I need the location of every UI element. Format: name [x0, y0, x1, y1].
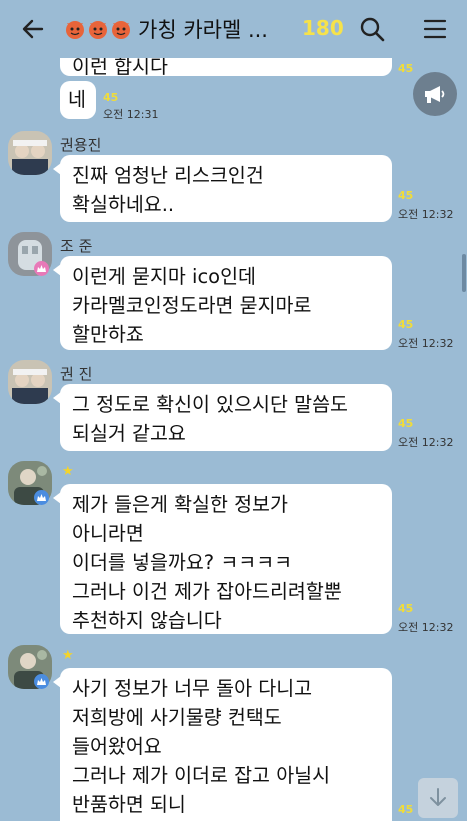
member-count: 180: [302, 16, 344, 40]
scrollbar-thumb[interactable]: [462, 254, 466, 292]
message-time: 오전 12:32: [398, 337, 454, 350]
message-line: 그 정도로 확신이 있으시단 말씀도: [72, 393, 348, 416]
unread-count: 45: [398, 602, 414, 615]
message-line: 그러나 제가 이더로 잡고 아닐시: [72, 764, 331, 787]
message-line: 아니라면: [72, 522, 144, 545]
message-line: 들어왔어요: [72, 735, 162, 758]
message-time: 오전 12:32: [398, 436, 454, 449]
message-text: 이런 합시다: [72, 55, 168, 78]
message-line: 반품하면 되니: [72, 793, 186, 816]
devil-emoji-icon: [112, 21, 130, 39]
message-bubble[interactable]: 이런게 묻지마 ico인데 카라멜코인정도라면 묻지마로 할만하죠: [53, 256, 392, 350]
message-line: 할만하죠: [72, 323, 144, 346]
message-bubble[interactable]: 사기 정보가 너무 돌아 다니고 저희방에 사기물량 컨택도 들어왔어요 그러나…: [53, 668, 392, 821]
message-line: 확실하네요..: [72, 193, 175, 216]
chat-title-text: 가칭 카라멜 ...: [138, 18, 268, 42]
back-arrow-icon[interactable]: [18, 14, 48, 44]
crown-badge-icon: [34, 674, 49, 689]
devil-emoji-icon: [89, 21, 107, 39]
message-bubble[interactable]: 그 정도로 확신이 있으시단 말씀도 되실거 같고요: [53, 384, 392, 451]
unread-count: 45: [398, 417, 414, 430]
message-line: 제가 들은게 확실한 정보가: [72, 493, 288, 516]
message-line: 그러나 이건 제가 잡아드리려할뿐: [72, 580, 342, 603]
message-line: 카라멜코인정도라면 묻지마로: [72, 294, 312, 317]
sender-name: ★: [62, 464, 74, 479]
unread-count: 45: [103, 91, 119, 104]
avatar-image: [8, 360, 52, 404]
avatar[interactable]: [8, 131, 52, 175]
scroll-to-bottom-button[interactable]: [418, 778, 458, 818]
crown-badge-icon: [34, 490, 49, 505]
unread-count: 45: [398, 62, 414, 75]
message-time: 오전 12:32: [398, 208, 454, 221]
message-line: 이더를 넣을까요? ㅋㅋㅋㅋ: [72, 551, 293, 574]
avatar-image: [8, 131, 52, 175]
sender-name: 권 진: [60, 365, 93, 383]
message-line: 사기 정보가 너무 돌아 다니고: [72, 677, 313, 700]
search-icon[interactable]: [358, 15, 386, 43]
unread-count: 45: [398, 189, 414, 202]
crown-badge-icon: [34, 261, 49, 276]
message-text: 네: [68, 88, 86, 111]
notice-button[interactable]: [413, 72, 457, 116]
message-line: 되실거 같고요: [72, 422, 186, 445]
megaphone-icon: [425, 86, 445, 103]
sender-name: 조 준: [60, 237, 93, 255]
message-bubble[interactable]: 네: [60, 81, 96, 119]
devil-emoji-icon: [66, 21, 84, 39]
hamburger-menu-icon[interactable]: [422, 16, 448, 42]
unread-count: 45: [398, 803, 414, 816]
arrow-down-icon: [430, 788, 446, 806]
chat-header: 가칭 카라멜 ... 180: [0, 0, 467, 58]
sender-name: ★: [62, 648, 74, 663]
message-line: 이런게 묻지마 ico인데: [72, 265, 256, 288]
message-bubble[interactable]: 진짜 엄청난 리스크인건 확실하네요..: [53, 155, 392, 222]
unread-count: 45: [398, 318, 414, 331]
message-bubble[interactable]: 제가 들은게 확실한 정보가 아니라면 이더를 넣을까요? ㅋㅋㅋㅋ 그러나 이…: [53, 484, 392, 634]
message-time: 오전 12:31: [103, 108, 159, 121]
message-line: 저희방에 사기물량 컨택도: [72, 706, 282, 729]
message-time: 오전 12:32: [398, 621, 454, 634]
message-line: 추천하지 않습니다: [72, 609, 222, 632]
message-line: 진짜 엄청난 리스크인건: [72, 164, 264, 187]
chat-title[interactable]: 가칭 카라멜 ...: [64, 14, 268, 44]
avatar[interactable]: [8, 360, 52, 404]
sender-name: 권용진: [60, 136, 102, 154]
devil-emoji-group: [64, 18, 132, 40]
